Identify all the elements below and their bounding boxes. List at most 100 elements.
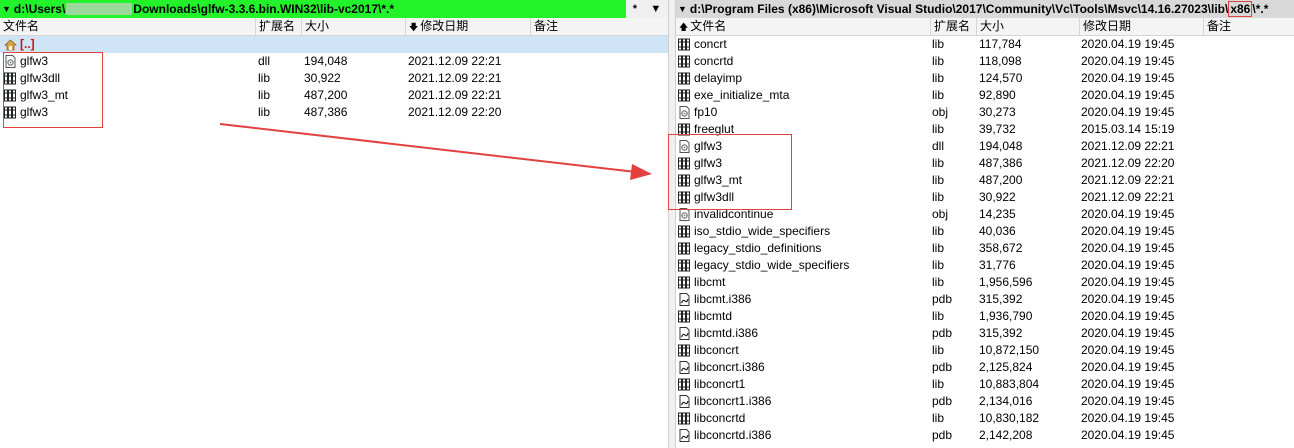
file-date: 2021.12.09 22:20: [1081, 156, 1175, 170]
file-date: 2020.04.19 19:45: [1081, 428, 1175, 442]
file-row[interactable]: legacy_stdio_wide_specifiers lib 31,776 202…: [676, 257, 1294, 274]
header-note[interactable]: 备注: [1204, 18, 1294, 36]
file-name: libcmt.i386: [694, 292, 752, 306]
lib-icon: [678, 242, 691, 255]
header-size[interactable]: 大小: [302, 18, 406, 36]
file-name: glfw3dll: [20, 71, 61, 85]
file-row[interactable]: glfw3 lib 487,386 2021.12.09 22:20: [0, 104, 668, 121]
file-name: legacy_stdio_definitions: [694, 241, 822, 255]
file-row[interactable]: glfw3 dll 194,048 2021.12.09 22:21: [676, 138, 1294, 155]
file-name: libcmtd: [694, 309, 733, 323]
file-name: libcmt: [694, 275, 726, 289]
parent-dir-row[interactable]: [..]: [0, 36, 668, 53]
file-ext: lib: [932, 173, 945, 187]
file-row[interactable]: legacy_stdio_definitions lib 358,672 2020.0…: [676, 240, 1294, 257]
file-row[interactable]: invalidcontinue obj 14,235 2020.04.19 19:45: [676, 206, 1294, 223]
file-row[interactable]: libcmt lib 1,956,596 2020.04.19 19:45: [676, 274, 1294, 291]
file-size: 315,392: [979, 292, 1023, 306]
header-name[interactable]: 🡅 文件名: [676, 18, 931, 36]
file-name-cell: invalidcontinue: [678, 206, 773, 223]
header-name[interactable]: 文件名: [0, 18, 256, 36]
right-path-tail: \*.*: [1252, 2, 1269, 16]
file-row[interactable]: freeglut lib 39,732 2015.03.14 15:19: [676, 121, 1294, 138]
header-size[interactable]: 大小: [977, 18, 1080, 36]
file-name: libconcrt1.i386: [694, 394, 772, 408]
file-name-cell: libcmtd: [678, 308, 732, 325]
file-ext: lib: [932, 54, 945, 68]
header-date[interactable]: 修改日期: [1080, 18, 1204, 36]
file-row[interactable]: libcmt.i386 pdb 315,392 2020.04.19 19:45: [676, 291, 1294, 308]
file-row[interactable]: libconcrtd lib 10,830,182 2020.04.19 19:45: [676, 410, 1294, 427]
drive-arrow-icon: ▼: [2, 4, 11, 14]
file-size: 14,235: [979, 207, 1016, 221]
file-size: 487,200: [979, 173, 1023, 187]
lib-icon: [678, 38, 691, 51]
lib-icon: [678, 412, 691, 425]
file-date: 2020.04.19 19:45: [1081, 360, 1175, 374]
header-note[interactable]: 备注: [531, 18, 668, 36]
file-row[interactable]: glfw3 dll 194,048 2021.12.09 22:21: [0, 53, 668, 70]
file-size: 2,134,016: [979, 394, 1033, 408]
file-row[interactable]: libconcrt1 lib 10,883,804 2020.04.19 19:45: [676, 376, 1294, 393]
history-star-button[interactable]: *: [633, 3, 637, 15]
file-name-cell: iso_stdio_wide_specifiers: [678, 223, 830, 240]
file-date: 2020.04.19 19:45: [1081, 88, 1175, 102]
file-name-cell: concrtd: [678, 53, 733, 70]
file-row[interactable]: exe_initialize_mta lib 92,890 2020.04.19 19…: [676, 87, 1294, 104]
file-size: 487,386: [304, 105, 348, 119]
right-column-header: 🡅 文件名 扩展名 大小 修改日期 备注: [676, 18, 1294, 36]
file-name: libconcrtd.i386: [694, 428, 772, 442]
left-file-panel: ▼ d:\Users\ Downloads\glfw-3.3.6.bin.WIN…: [0, 0, 668, 448]
header-ext[interactable]: 扩展名: [931, 18, 977, 36]
file-date: 2020.04.19 19:45: [1081, 309, 1175, 323]
file-row[interactable]: concrt lib 117,784 2020.04.19 19:45: [676, 36, 1294, 53]
file-row[interactable]: iso_stdio_wide_specifiers lib 40,036 2020.0…: [676, 223, 1294, 240]
right-path-bar[interactable]: ▼ d:\Program Files (x86)\Microsoft Visua…: [676, 0, 1294, 18]
file-name-cell: libconcrtd.i386: [678, 427, 771, 444]
file-row[interactable]: glfw3 lib 487,386 2021.12.09 22:20: [676, 155, 1294, 172]
file-row[interactable]: libconcrt.i386 pdb 2,125,824 2020.04.19 19:…: [676, 359, 1294, 376]
file-ext: lib: [932, 258, 945, 272]
dll-icon: [4, 55, 17, 68]
file-row[interactable]: glfw3_mt lib 487,200 2021.12.09 22:21: [676, 172, 1294, 189]
file-ext: dll: [258, 54, 271, 68]
header-date[interactable]: 🡇 修改日期: [406, 18, 531, 36]
file-size: 487,200: [304, 88, 348, 102]
file-ext: lib: [932, 343, 945, 357]
file-date: 2020.04.19 19:45: [1081, 326, 1175, 340]
file-date: 2021.12.09 22:21: [408, 71, 502, 85]
lib-icon: [678, 174, 691, 187]
file-name: glfw3dll: [694, 190, 735, 204]
panel-splitter[interactable]: [668, 0, 676, 448]
file-ext: lib: [932, 190, 945, 204]
file-row[interactable]: concrtd lib 118,098 2020.04.19 19:45: [676, 53, 1294, 70]
file-name-cell: glfw3dll: [4, 70, 60, 87]
file-name: glfw3_mt: [20, 88, 69, 102]
file-row[interactable]: libcmtd lib 1,936,790 2020.04.19 19:45: [676, 308, 1294, 325]
file-row[interactable]: delayimp lib 124,570 2020.04.19 19:45: [676, 70, 1294, 87]
file-name-cell: exe_initialize_mta: [678, 87, 789, 104]
file-size: 39,732: [979, 122, 1016, 136]
lib-icon: [678, 55, 691, 68]
file-row[interactable]: libconcrt lib 10,872,150 2020.04.19 19:45: [676, 342, 1294, 359]
file-date: 2021.12.09 22:21: [1081, 190, 1175, 204]
lib-icon: [678, 72, 691, 85]
left-path-bar[interactable]: ▼ d:\Users\ Downloads\glfw-3.3.6.bin.WIN…: [0, 0, 626, 18]
history-dropdown-button[interactable]: ▼: [650, 3, 661, 15]
file-size: 124,570: [979, 71, 1023, 85]
lib-icon: [678, 89, 691, 102]
header-ext[interactable]: 扩展名: [256, 18, 302, 36]
file-row[interactable]: libconcrt1.i386 pdb 2,134,016 2020.04.19 19…: [676, 393, 1294, 410]
file-size: 194,048: [979, 139, 1023, 153]
file-row[interactable]: glfw3dll lib 30,922 2021.12.09 22:21: [0, 70, 668, 87]
file-row[interactable]: glfw3dll lib 30,922 2021.12.09 22:21: [676, 189, 1294, 206]
file-row[interactable]: fp10 obj 30,273 2020.04.19 19:45: [676, 104, 1294, 121]
file-name-cell: libcmt: [678, 274, 725, 291]
file-row[interactable]: glfw3_mt lib 487,200 2021.12.09 22:21: [0, 87, 668, 104]
file-row[interactable]: libconcrtd.i386 pdb 2,142,208 2020.04.19 19…: [676, 427, 1294, 444]
file-ext: lib: [932, 122, 945, 136]
file-name: invalidcontinue: [694, 207, 774, 221]
file-date: 2020.04.19 19:45: [1081, 37, 1175, 51]
file-row[interactable]: libcmtd.i386 pdb 315,392 2020.04.19 19:45: [676, 325, 1294, 342]
file-ext: lib: [932, 224, 945, 238]
